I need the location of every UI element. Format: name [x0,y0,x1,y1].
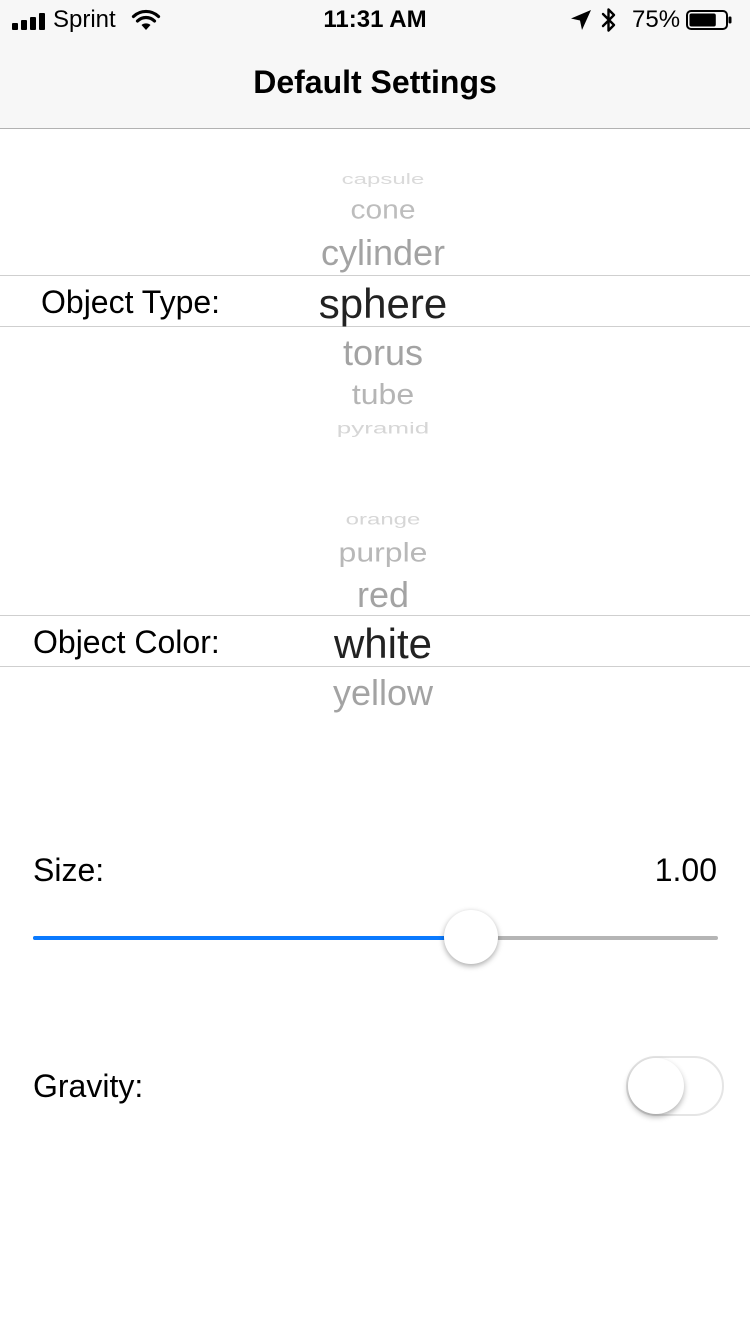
size-label: Size: [33,852,105,888]
picker-option-cone[interactable]: cone [235,197,531,226]
picker-option-purple[interactable]: purple [235,537,531,568]
picker-option-capsule[interactable]: capsule [235,172,531,189]
gravity-label: Gravity: [33,1068,144,1104]
picker-option-pyramid[interactable]: pyramid [235,419,531,438]
toggle-knob [628,1058,684,1114]
slider-fill [33,936,472,940]
object-type-picker[interactable]: Object Type: capsule cone cylinder spher… [0,150,750,440]
navigation-bar: Default Settings [0,40,750,129]
gravity-toggle[interactable] [626,1056,724,1116]
bluetooth-icon [601,8,616,32]
object-type-label: Object Type: [41,284,221,320]
size-value: 1.00 [654,852,717,888]
battery-percent: 75% [632,6,681,33]
object-color-label: Object Color: [33,624,220,660]
location-arrow-icon [571,10,591,30]
object-color-picker[interactable]: Object Color: orange purple red white ye… [0,490,750,780]
picker-option-torus[interactable]: torus [235,332,531,374]
size-slider[interactable] [33,910,718,964]
picker-option-tube[interactable]: tube [235,378,531,411]
picker-option-cylinder[interactable]: cylinder [235,232,531,274]
picker-option-orange[interactable]: orange [235,511,531,529]
picker-option-sphere[interactable]: sphere [235,280,531,328]
picker-option-red[interactable]: red [235,574,531,616]
picker-option-white[interactable]: white [235,620,531,668]
status-bar: Sprint 11:31 AM 75% [0,0,750,40]
slider-thumb[interactable] [444,910,499,964]
page-title: Default Settings [253,64,497,100]
battery-icon [686,10,732,30]
picker-option-yellow[interactable]: yellow [235,672,531,714]
